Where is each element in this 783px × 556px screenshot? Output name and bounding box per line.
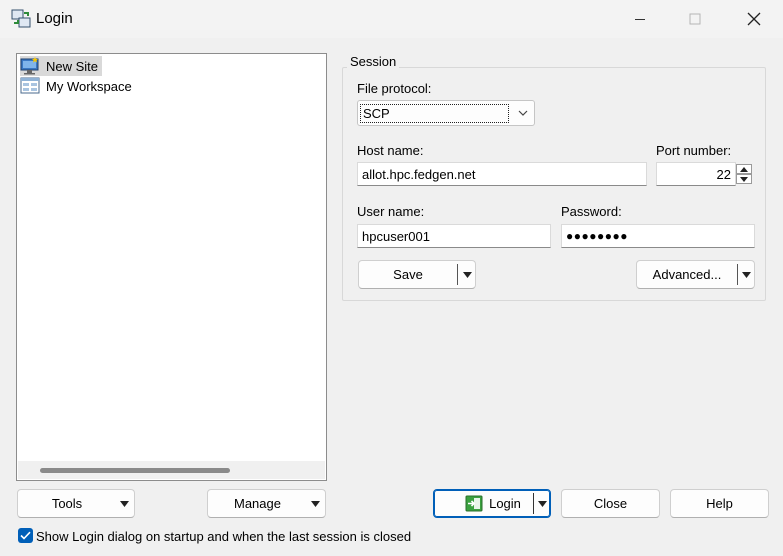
title-bar: Login [0,0,783,38]
session-group-title: Session [347,54,400,69]
password-input[interactable]: ●●●●●●●● [561,224,755,248]
user-name-input[interactable]: hpcuser001 [357,224,551,248]
advanced-button[interactable]: Advanced... [636,260,755,289]
port-decrement-button[interactable] [736,174,752,184]
minimize-button[interactable] [611,0,669,38]
tree-item-label: My Workspace [46,78,132,94]
workspace-icon [20,77,40,94]
site-tree[interactable]: New Site My Workspace [16,53,327,481]
check-icon [20,531,31,540]
login-dropdown-arrow[interactable] [534,490,550,517]
horizontal-scrollbar[interactable] [18,461,325,479]
close-window-button[interactable] [725,0,783,38]
caret-down-icon [740,176,748,182]
maximize-button[interactable] [666,0,724,38]
login-button-label: Login [489,496,521,511]
tree-item-my-workspace[interactable]: My Workspace [20,76,136,96]
port-number-label: Port number: [656,143,732,158]
file-protocol-value: SCP [360,104,509,123]
window-title: Login [36,10,73,27]
port-increment-button[interactable] [736,164,752,174]
chevron-down-icon [114,490,134,517]
help-button-label: Help [706,496,733,511]
scrollbar-thumb[interactable] [40,468,230,473]
login-icon [465,495,483,512]
close-icon [747,12,761,26]
chevron-down-icon [516,105,530,121]
login-button[interactable]: Login [433,489,551,518]
caret-down-icon [537,500,547,507]
caret-up-icon [740,166,748,172]
tools-button[interactable]: Tools [17,489,135,518]
startup-checkbox-label[interactable]: Show Login dialog on startup and when th… [36,529,411,544]
caret-down-icon [462,271,472,278]
password-label: Password: [561,204,622,219]
file-protocol-label: File protocol: [357,81,432,96]
file-protocol-select[interactable]: SCP [357,100,535,126]
user-name-label: User name: [357,204,425,219]
save-dropdown-arrow[interactable] [458,261,476,288]
close-button[interactable]: Close [561,489,660,518]
chevron-down-icon [305,490,325,517]
manage-button-label: Manage [234,496,281,511]
tree-item-new-site[interactable]: New Site [20,56,103,76]
close-button-label: Close [593,496,628,511]
maximize-icon [689,13,701,25]
minimize-icon [635,19,645,20]
host-name-input[interactable]: allot.hpc.fedgen.net [357,162,647,186]
host-name-label: Host name: [357,143,424,158]
advanced-dropdown-arrow[interactable] [738,261,755,288]
caret-down-icon [742,271,751,278]
port-number-input[interactable]: 22 [656,162,736,186]
tree-item-label: New Site [46,58,99,74]
advanced-button-label: Advanced... [652,267,722,282]
winscp-icon [11,9,31,28]
save-button[interactable]: Save [358,260,476,289]
login-button-content: Login [452,490,534,517]
manage-button[interactable]: Manage [207,489,326,518]
help-button[interactable]: Help [670,489,769,518]
startup-checkbox[interactable] [18,528,33,543]
save-button-label: Save [393,267,423,282]
new-site-icon [20,57,39,75]
tools-button-label: Tools [51,496,83,511]
